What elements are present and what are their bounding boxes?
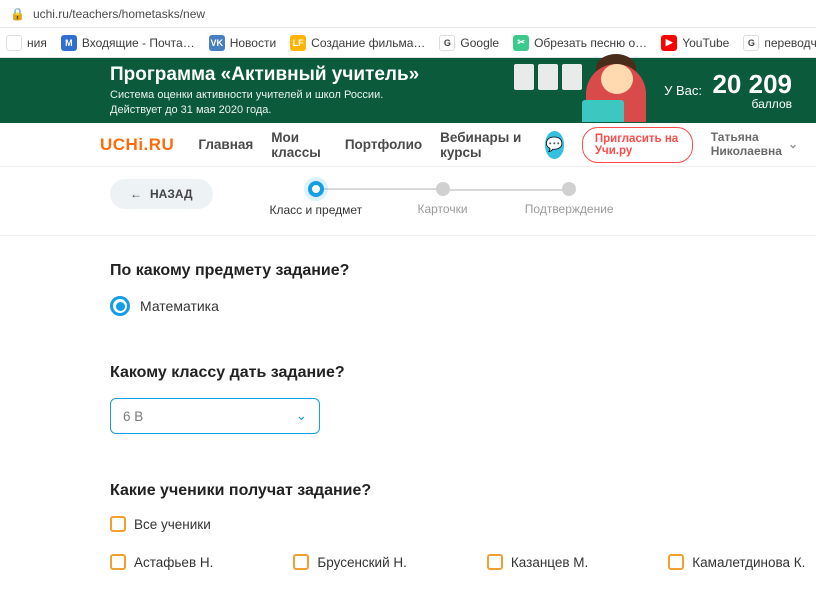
checkbox-student[interactable]: Астафьев Н. — [110, 554, 213, 570]
step-2[interactable]: Карточки — [379, 182, 506, 216]
bookmark-label: ния — [27, 36, 47, 50]
site-header: UCHi.RU Главная Мои классы Портфолио Веб… — [0, 123, 816, 167]
question-subject: По какому предмету задание? — [110, 262, 816, 280]
url-text: uchi.ru/teachers/hometasks/new — [33, 7, 205, 21]
bookmark-item[interactable]: VK Новости — [209, 35, 276, 51]
bookmark-label: Входящие - Почта… — [82, 36, 195, 50]
checkbox-icon — [293, 554, 309, 570]
step-dot-icon — [308, 181, 324, 197]
banner-points: У Вас: 20 209 баллов — [664, 71, 792, 111]
radio-icon — [110, 296, 130, 316]
browser-address-bar[interactable]: 🔒 uchi.ru/teachers/hometasks/new — [0, 0, 816, 28]
lock-icon: 🔒 — [10, 7, 25, 21]
checkbox-icon — [110, 516, 126, 532]
nav-classes[interactable]: Мои классы — [271, 130, 327, 160]
select-value: 6 В — [123, 409, 143, 424]
question-class: Какому классу дать задание? — [110, 364, 816, 382]
favicon-icon: ✂ — [513, 35, 529, 51]
step-3[interactable]: Подтверждение — [506, 182, 633, 216]
chevron-down-icon: ⌄ — [296, 408, 307, 424]
banner-title: Программа «Активный учитель» — [110, 64, 506, 86]
bookmark-label: Обрезать песню о… — [534, 36, 647, 50]
logo[interactable]: UCHi.RU — [100, 135, 174, 155]
bookmark-item[interactable]: M Входящие - Почта… — [61, 35, 195, 51]
chevron-down-icon: ⌄ — [788, 138, 798, 152]
back-button[interactable]: ← НАЗАД — [110, 179, 213, 209]
student-name: Брусенский Н. — [317, 555, 407, 570]
points-label: баллов — [712, 97, 792, 111]
bookmark-item[interactable]: Gпереводчик онлай… — [743, 35, 816, 51]
stepper: Класс и предмет Карточки Подтверждение — [253, 181, 633, 217]
divider — [0, 235, 816, 236]
question-students: Какие ученики получат задание? — [110, 482, 816, 500]
nav-portfolio[interactable]: Портфолио — [345, 137, 422, 152]
bookmarks-bar: ния M Входящие - Почта… VK Новости LF Создание… — [0, 28, 816, 58]
bookmark-item[interactable]: G Google — [439, 35, 499, 51]
favicon-icon: LF — [290, 35, 306, 51]
bookmark-label: YouTube — [682, 36, 729, 50]
back-label: НАЗАД — [150, 187, 193, 201]
favicon-icon: G — [439, 35, 455, 51]
checkbox-label: Все ученики — [134, 517, 211, 532]
favicon-icon: M — [61, 35, 77, 51]
banner-text: Программа «Активный учитель» Система оце… — [110, 64, 506, 117]
step-1[interactable]: Класс и предмет — [253, 181, 380, 217]
checkbox-icon — [487, 554, 503, 570]
arrow-left-icon: ← — [130, 187, 142, 201]
step-dot-icon — [436, 182, 450, 196]
radio-math[interactable]: Математика — [110, 296, 816, 316]
checkbox-all-students[interactable]: Все ученики — [110, 516, 816, 532]
checkbox-icon — [668, 554, 684, 570]
bookmark-item[interactable]: ния — [6, 35, 47, 51]
points-value: 20 209 — [712, 71, 792, 97]
you-have-label: У Вас: — [664, 83, 702, 98]
student-list: Астафьев Н. Брусенский Н. Казанцев М. Камал… — [110, 554, 816, 570]
checkbox-student[interactable]: Брусенский Н. — [293, 554, 407, 570]
student-name: Астафьев Н. — [134, 555, 213, 570]
nav-main[interactable]: Главная — [198, 137, 253, 152]
bookmark-label: Google — [460, 36, 499, 50]
banner-illustration — [506, 60, 646, 122]
student-name: Камалетдинова К. — [692, 555, 805, 570]
bookmark-label: Создание фильма… — [311, 36, 425, 50]
favicon-icon: VK — [209, 35, 225, 51]
class-select[interactable]: 6 В ⌄ — [110, 398, 320, 434]
bookmark-item[interactable]: ✂ Обрезать песню о… — [513, 35, 647, 51]
banner-sub: Система оценки активности учителей и шко… — [110, 88, 506, 117]
bookmark-item[interactable]: ▶ YouTube — [661, 35, 729, 51]
user-menu[interactable]: ТатьянаНиколаевна ⌄ — [711, 131, 798, 159]
page-content: ← НАЗАД Класс и предмет Карточки Подтвер… — [0, 167, 816, 600]
bookmark-item[interactable]: LF Создание фильма… — [290, 35, 425, 51]
student-name: Казанцев М. — [511, 555, 588, 570]
favicon-icon: G — [743, 35, 759, 51]
chat-icon[interactable]: 💬 — [545, 131, 564, 159]
bookmark-label: Новости — [230, 36, 276, 50]
checkbox-icon — [110, 554, 126, 570]
step-dot-icon — [562, 182, 576, 196]
favicon-icon: ▶ — [661, 35, 677, 51]
checkbox-student[interactable]: Казанцев М. — [487, 554, 588, 570]
checkbox-student[interactable]: Камалетдинова К. — [668, 554, 805, 570]
radio-label: Математика — [140, 298, 219, 314]
bookmark-label: переводчик онлай… — [764, 36, 816, 50]
favicon-icon — [6, 35, 22, 51]
nav-webinars[interactable]: Вебинары и курсы — [440, 130, 527, 160]
invite-button[interactable]: Пригласить на Учи.ру — [582, 127, 693, 163]
promo-banner[interactable]: Программа «Активный учитель» Система оце… — [0, 58, 816, 123]
